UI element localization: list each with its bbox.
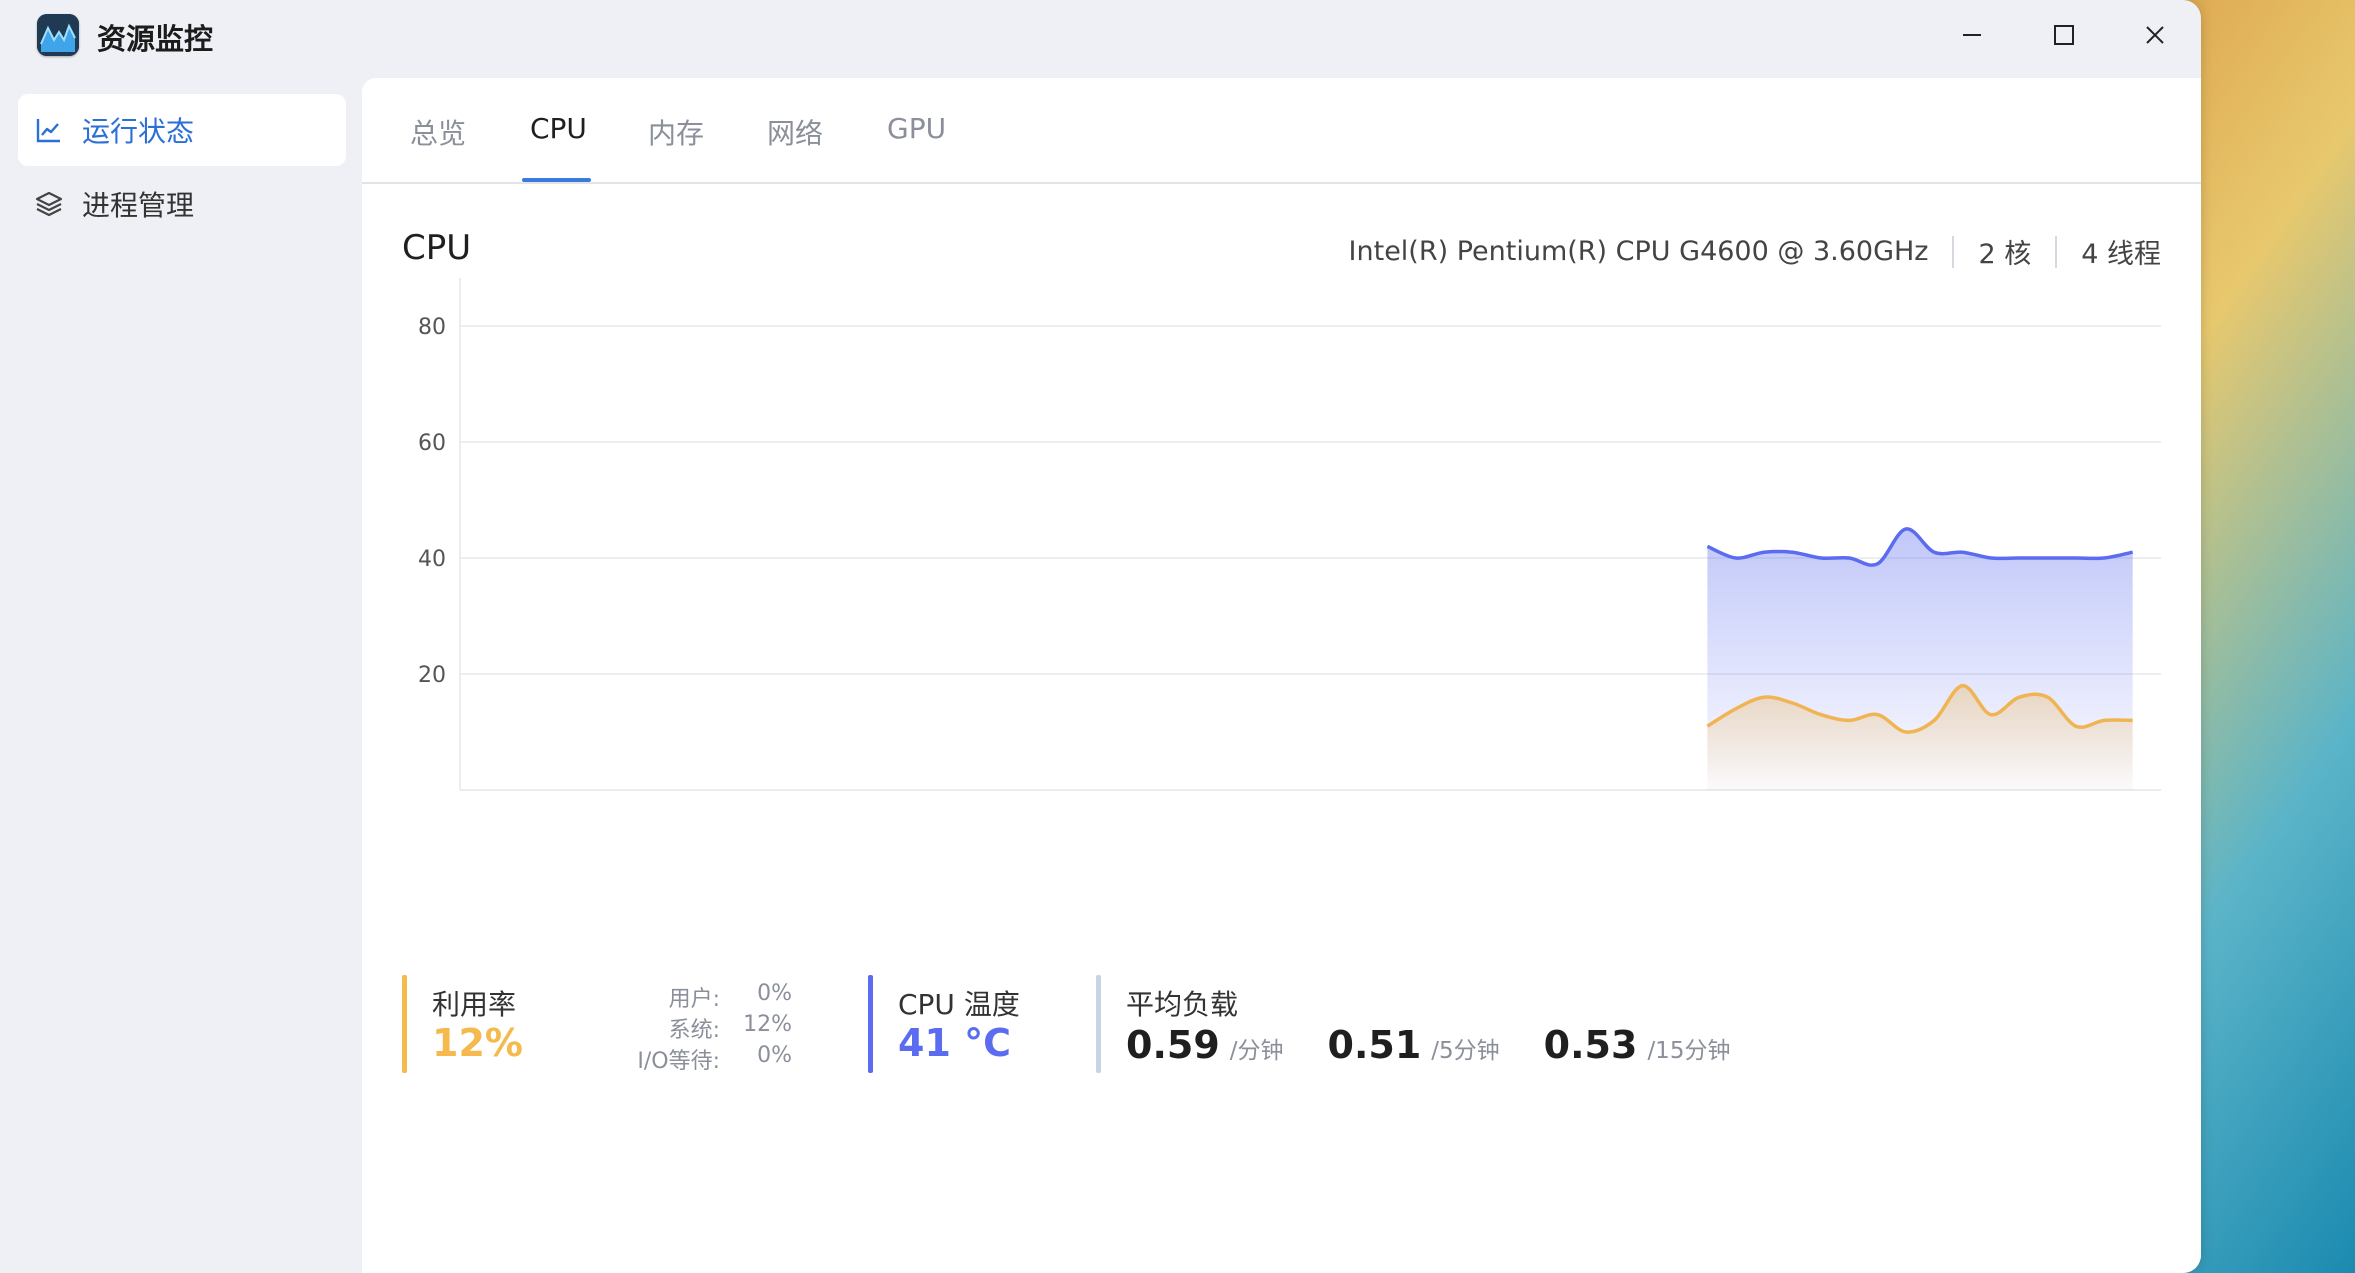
breakdown-key: I/O等待:	[637, 1049, 720, 1074]
cpu-usage-chart: 10080604020	[418, 278, 2161, 791]
sidebar-item-label: 进程管理	[82, 189, 195, 222]
line-chart-icon	[35, 116, 63, 144]
close-button[interactable]	[2125, 12, 2185, 58]
tab-memory[interactable]: 内存	[648, 112, 704, 152]
temperature-accent-bar	[868, 975, 873, 1073]
minimize-button[interactable]	[1942, 12, 2002, 58]
layers-icon	[35, 190, 63, 218]
app-logo-icon	[37, 14, 79, 56]
tab-cpu[interactable]: CPU	[530, 112, 587, 145]
load-label: 平均负载	[1126, 988, 1239, 1021]
load-1min-unit: /分钟	[1229, 1038, 1284, 1064]
divider	[2055, 235, 2058, 268]
breakdown-value: 12%	[743, 1012, 792, 1037]
cpu-model: Intel(R) Pentium(R) CPU G4600 @ 3.60GHz	[1348, 236, 1929, 267]
breakdown-value: 0%	[757, 981, 792, 1006]
load-average-stat: 平均负载 0.59 /分钟 0.51 /5分钟 0.53 /15分钟	[1096, 975, 1796, 1075]
breakdown-key: 用户:	[668, 987, 720, 1012]
usage-stat: 利用率 12% 用户: 0% 系统: 12% I/O等待: 0%	[402, 975, 792, 1075]
usage-label: 利用率	[432, 988, 517, 1021]
breakdown-row-user: 用户: 0%	[602, 981, 792, 1012]
load-values: 0.59 /分钟 0.51 /5分钟 0.53 /15分钟	[1126, 1023, 1774, 1067]
cpu-info: Intel(R) Pentium(R) CPU G4600 @ 3.60GHz …	[1349, 232, 2161, 271]
load-15min-unit: /15分钟	[1647, 1038, 1731, 1064]
tab-gpu[interactable]: GPU	[887, 112, 946, 145]
usage-breakdown: 用户: 0% 系统: 12% I/O等待: 0%	[602, 981, 792, 1074]
app-title: 资源监控	[97, 22, 214, 56]
breakdown-key: 系统:	[668, 1018, 720, 1043]
load-5min-unit: /5分钟	[1431, 1038, 1500, 1064]
maximize-icon	[2054, 25, 2074, 45]
tab-overview[interactable]: 总览	[410, 112, 466, 152]
tab-bar: 总览 CPU 内存 网络 GPU	[362, 78, 2201, 184]
y-tick-label: 60	[418, 431, 446, 456]
divider	[1952, 235, 1955, 268]
sidebar-item-label: 运行状态	[82, 115, 195, 148]
y-tick-label: 40	[418, 547, 446, 572]
active-tab-indicator	[522, 178, 591, 182]
temperature-stat: CPU 温度 41 °C	[868, 975, 1068, 1075]
load-accent-bar	[1096, 975, 1101, 1073]
breakdown-row-system: 系统: 12%	[602, 1012, 792, 1043]
sidebar-item-processes[interactable]: 进程管理	[18, 168, 346, 240]
load-15min-value: 0.53	[1543, 1023, 1638, 1067]
section-title: CPU	[402, 228, 472, 268]
app-window: 资源监控 运行状态 进程管理 总览 CPU 内存 网络 GPU CPU Inte…	[0, 0, 2201, 1273]
usage-value: 12%	[432, 1021, 523, 1065]
maximize-button[interactable]	[2034, 12, 2094, 58]
minimize-icon	[1963, 34, 1981, 36]
usage-accent-bar	[402, 975, 407, 1073]
title-bar: 资源监控	[0, 0, 2201, 70]
y-tick-label: 20	[418, 663, 446, 688]
breakdown-value: 0%	[757, 1043, 792, 1068]
load-5min-value: 0.51	[1327, 1023, 1422, 1067]
y-tick-label: 80	[418, 315, 446, 340]
sidebar-item-status[interactable]: 运行状态	[18, 94, 346, 166]
close-icon	[2146, 26, 2164, 44]
tab-network[interactable]: 网络	[767, 112, 823, 152]
load-1min-value: 0.59	[1126, 1023, 1220, 1067]
breakdown-row-iowait: I/O等待: 0%	[602, 1043, 792, 1074]
cpu-cores: 2 核	[1978, 239, 2032, 270]
temperature-value: 41 °C	[898, 1021, 1011, 1065]
cpu-threads: 4 线程	[2081, 239, 2161, 270]
temperature-label: CPU 温度	[898, 988, 1020, 1021]
main-panel: 总览 CPU 内存 网络 GPU CPU Intel(R) Pentium(R)…	[362, 78, 2201, 1273]
